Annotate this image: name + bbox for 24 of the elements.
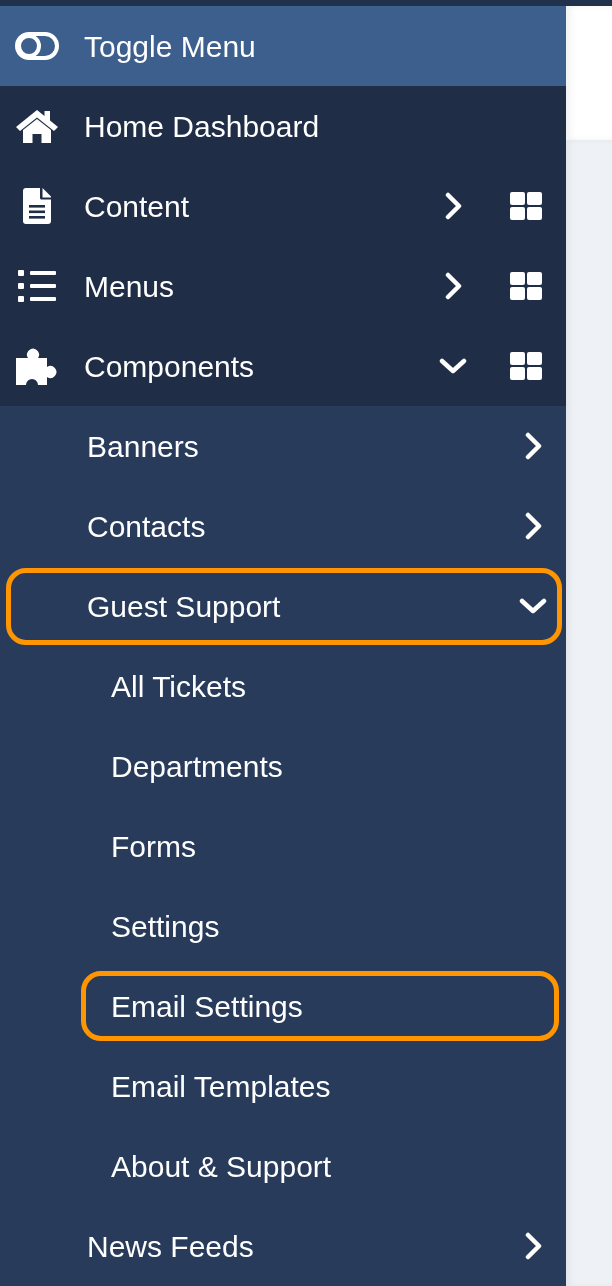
- menu-item[interactable]: Banners: [0, 406, 566, 486]
- menu-item[interactable]: Menus: [0, 246, 478, 326]
- menu-item[interactable]: Settings: [0, 886, 566, 966]
- list-icon: [18, 270, 56, 302]
- grid-icon[interactable]: [510, 352, 542, 380]
- puzzle-icon: [16, 347, 58, 385]
- menu-item[interactable]: Departments: [0, 726, 566, 806]
- menu-item[interactable]: Forms: [0, 806, 566, 886]
- document-icon: [23, 188, 51, 224]
- menu-item[interactable]: Components: [0, 326, 478, 406]
- toggle-menu-button[interactable]: Toggle Menu: [0, 6, 566, 86]
- home-icon: [15, 109, 59, 143]
- menu-item[interactable]: All Tickets: [0, 646, 566, 726]
- menu-item[interactable]: Home Dashboard: [0, 86, 566, 166]
- menu-item[interactable]: News Feeds: [0, 1206, 566, 1286]
- grid-icon[interactable]: [510, 192, 542, 220]
- menu-item[interactable]: About & Support: [0, 1126, 566, 1206]
- menu-item[interactable]: Email Templates: [0, 1046, 566, 1126]
- menu-item[interactable]: Email Settings: [0, 966, 566, 1046]
- menu-item[interactable]: Content: [0, 166, 478, 246]
- menu-item[interactable]: Guest Support: [0, 566, 566, 646]
- grid-icon[interactable]: [510, 272, 542, 300]
- toggle-icon: [15, 32, 59, 60]
- menu-item[interactable]: Contacts: [0, 486, 566, 566]
